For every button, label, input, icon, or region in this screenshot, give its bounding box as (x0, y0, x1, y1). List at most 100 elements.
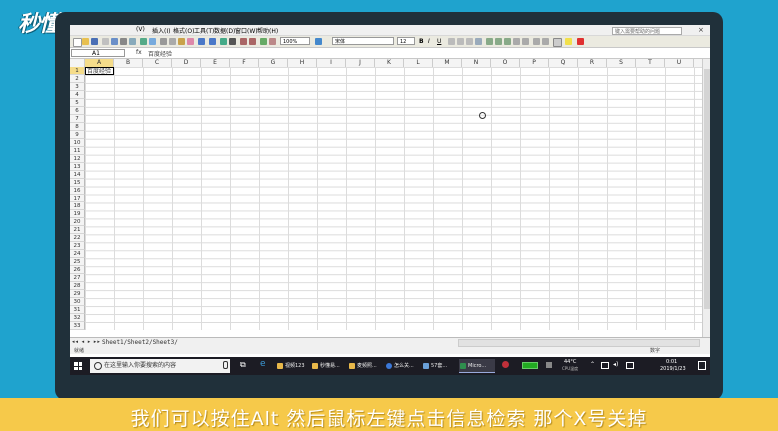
row-header[interactable]: 13 (70, 162, 85, 171)
row-header[interactable]: 4 (70, 90, 85, 99)
decrease-decimal-icon[interactable] (522, 38, 529, 45)
active-cell-a1[interactable]: 百度经验 (85, 67, 114, 75)
menu-window[interactable]: 窗口(W) (235, 26, 258, 35)
borders-icon[interactable] (553, 38, 562, 47)
underline-button[interactable]: U (437, 38, 444, 45)
column-header[interactable]: R (578, 59, 607, 67)
column-header[interactable]: N (462, 59, 491, 67)
open-folder-icon[interactable] (82, 38, 89, 45)
windows-start-icon[interactable] (74, 362, 82, 370)
increase-decimal-icon[interactable] (513, 38, 520, 45)
column-header[interactable]: I (317, 59, 346, 67)
menu-help[interactable]: 帮助(H) (257, 26, 278, 35)
column-header[interactable]: A (85, 59, 114, 67)
research-icon[interactable] (149, 38, 156, 45)
help-icon[interactable] (315, 38, 322, 45)
network-icon[interactable]: ⌃ (590, 361, 595, 368)
increase-indent-icon[interactable] (542, 38, 549, 45)
row-header[interactable]: 2 (70, 74, 85, 83)
menu-data[interactable]: 数据(D) (214, 26, 235, 35)
row-header[interactable]: 31 (70, 306, 85, 315)
fx-label[interactable]: fx (136, 49, 142, 56)
merge-center-icon[interactable] (475, 38, 482, 45)
taskbar-item-excel[interactable]: Micro... (459, 359, 495, 373)
font-name-select[interactable]: 宋体 (332, 37, 394, 45)
row-header[interactable]: 21 (70, 226, 85, 235)
menu-format[interactable]: 格式(O) (173, 26, 194, 35)
menu-insert[interactable]: 插入(I) (152, 26, 170, 35)
email-icon[interactable] (111, 38, 118, 45)
column-header[interactable]: M (433, 59, 462, 67)
select-all-corner[interactable] (70, 59, 85, 67)
column-header[interactable]: D (172, 59, 201, 67)
new-file-icon[interactable] (73, 38, 82, 47)
notification-icon[interactable] (698, 361, 706, 370)
row-header[interactable]: 12 (70, 154, 85, 163)
column-header[interactable]: B (114, 59, 143, 67)
column-header[interactable]: E (201, 59, 230, 67)
menu-view[interactable]: (V) (136, 26, 145, 33)
column-header[interactable]: C (143, 59, 172, 67)
print-preview-icon[interactable] (129, 38, 136, 45)
volume-icon[interactable]: ◂) (613, 361, 618, 368)
row-header[interactable]: 24 (70, 250, 85, 259)
font-size-select[interactable]: 12 (397, 37, 415, 45)
vertical-scrollbar[interactable] (702, 59, 710, 337)
hyperlink-icon[interactable] (220, 38, 227, 45)
clock-date[interactable]: 2019/1/23 (660, 366, 686, 372)
help-search-input[interactable]: 键入需要帮助的问题 (612, 27, 682, 35)
column-header[interactable]: K (375, 59, 404, 67)
row-header[interactable]: 26 (70, 266, 85, 275)
currency-icon[interactable] (486, 38, 493, 45)
fill-color-icon[interactable] (565, 38, 572, 45)
row-header[interactable]: 16 (70, 186, 85, 195)
row-header[interactable]: 5 (70, 98, 85, 107)
row-header[interactable]: 32 (70, 314, 85, 322)
column-header[interactable]: L (404, 59, 433, 67)
task-view-icon[interactable]: ⧉ (240, 360, 246, 370)
column-header[interactable]: U (665, 59, 694, 67)
sheet-tabs[interactable]: Sheet1/Sheet2/Sheet3/ (102, 339, 178, 346)
spelling-icon[interactable] (140, 38, 147, 45)
horizontal-scrollbar[interactable] (458, 339, 700, 347)
align-left-icon[interactable] (448, 38, 455, 45)
taskbar-item[interactable]: 秒懂易... (311, 359, 345, 373)
row-header[interactable]: 1 (70, 67, 85, 75)
row-header[interactable]: 9 (70, 130, 85, 139)
close-icon[interactable]: × (698, 26, 704, 34)
sheet-nav-arrows[interactable]: ◂◂ ◂ ▸ ▸▸ (72, 339, 101, 345)
sort-ascending-icon[interactable] (240, 38, 247, 45)
column-header[interactable]: Q (549, 59, 578, 67)
bold-button[interactable]: B (419, 38, 426, 45)
menu-tools[interactable]: 工具(T) (194, 26, 214, 35)
permission-icon[interactable] (102, 38, 109, 45)
vertical-scroll-thumb[interactable] (704, 69, 710, 309)
row-header[interactable]: 15 (70, 178, 85, 187)
row-header[interactable]: 30 (70, 298, 85, 307)
column-header[interactable]: H (288, 59, 317, 67)
input-method-icon[interactable] (626, 362, 634, 369)
format-painter-icon[interactable] (187, 38, 194, 45)
row-header[interactable]: 6 (70, 106, 85, 115)
edge-browser-icon[interactable]: e (260, 359, 266, 369)
row-header[interactable]: 29 (70, 290, 85, 299)
italic-button[interactable]: I (428, 38, 435, 45)
align-right-icon[interactable] (466, 38, 473, 45)
percent-icon[interactable] (495, 38, 502, 45)
redo-icon[interactable] (209, 38, 216, 45)
column-header[interactable]: S (607, 59, 636, 67)
save-icon[interactable] (91, 38, 98, 45)
row-header[interactable]: 27 (70, 274, 85, 283)
chart-wizard-icon[interactable] (260, 38, 267, 45)
row-header[interactable]: 8 (70, 122, 85, 131)
drawing-icon[interactable] (269, 38, 276, 45)
column-header[interactable]: O (491, 59, 520, 67)
app-tray-icon[interactable] (502, 361, 509, 368)
wifi-icon[interactable] (601, 362, 609, 369)
cell-grid[interactable] (85, 67, 702, 330)
column-header[interactable]: J (346, 59, 375, 67)
row-header[interactable]: 22 (70, 234, 85, 243)
taskbar-item[interactable]: 视频123 (276, 359, 308, 373)
row-header[interactable]: 17 (70, 194, 85, 203)
battery-icon[interactable] (522, 362, 538, 369)
